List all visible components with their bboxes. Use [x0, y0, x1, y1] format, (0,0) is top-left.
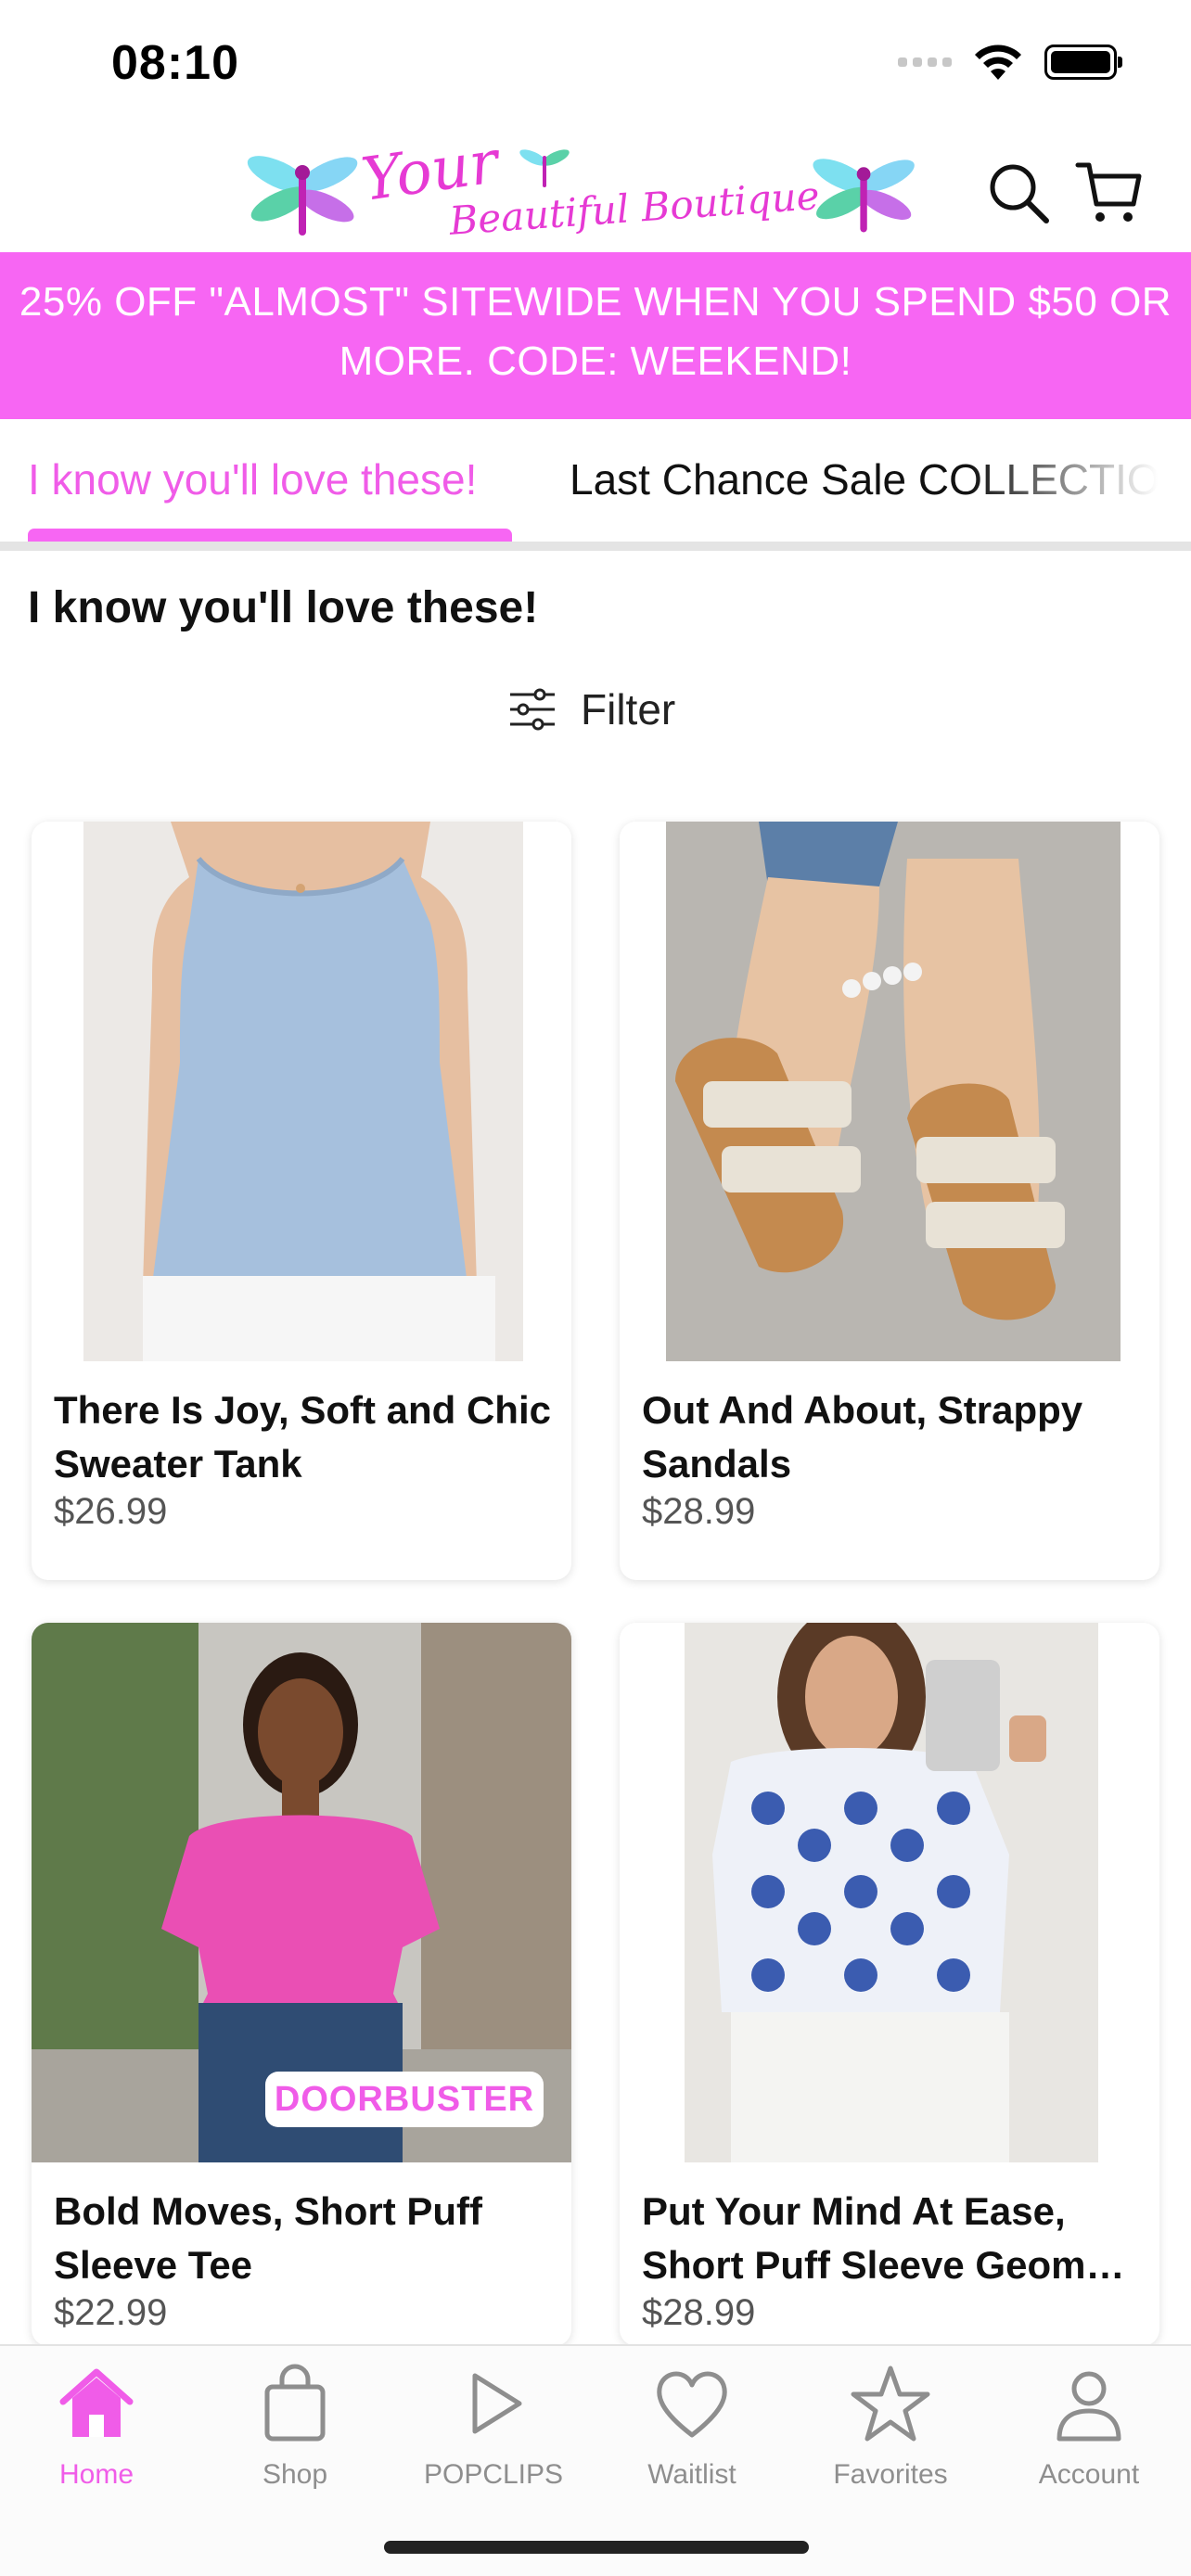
nav-label: Home — [58, 2459, 134, 2490]
product-title[interactable]: Bold Moves, Short Puff Sleeve Tee — [54, 2185, 555, 2292]
collection-tabs: I know you'll love these! Last Chance Sa… — [0, 419, 1191, 551]
dragonfly-small-icon — [519, 149, 570, 187]
status-time: 08:10 — [111, 36, 239, 90]
product-card[interactable]: There Is Joy, Soft and Chic Sweater Tank… — [32, 822, 571, 1580]
shopping-bag-icon — [264, 2364, 326, 2442]
dragonfly-left-icon — [247, 156, 358, 236]
search-icon[interactable] — [983, 158, 1054, 228]
nav-label: POPCLIPS — [423, 2459, 564, 2490]
nav-item-home[interactable]: Home — [4, 2363, 189, 2491]
dragonfly-right-icon — [813, 159, 915, 233]
heart-icon — [657, 2371, 727, 2438]
home-icon — [59, 2368, 134, 2437]
filter-label: Filter — [581, 685, 676, 733]
cellular-signal-icon — [898, 57, 952, 67]
product-price: $28.99 — [642, 1491, 756, 1532]
product-image-sweater-tank[interactable] — [32, 822, 571, 1361]
product-card[interactable]: Out And About, Strappy Sandals $28.99 — [620, 822, 1159, 1580]
nav-item-shop[interactable]: Shop — [202, 2363, 388, 2491]
product-price: $26.99 — [54, 1491, 168, 1532]
nav-label: Shop — [262, 2459, 328, 2490]
play-icon — [472, 2373, 522, 2434]
nav-item-account[interactable]: Account — [996, 2363, 1182, 2491]
nav-item-popclips[interactable]: POPCLIPS — [401, 2363, 586, 2491]
logo-text-boutique: Beautiful Boutique — [447, 172, 822, 244]
cart-icon[interactable] — [1074, 158, 1145, 228]
person-icon — [1057, 2371, 1121, 2442]
nav-item-waitlist[interactable]: Waitlist — [599, 2363, 785, 2491]
nav-item-favorites[interactable]: Favorites — [798, 2363, 983, 2491]
nav-label: Account — [1038, 2459, 1140, 2490]
wifi-icon — [975, 45, 1021, 80]
star-icon — [851, 2366, 930, 2442]
home-indicator[interactable] — [384, 2541, 809, 2554]
doorbuster-badge: DOORBUSTER — [265, 2072, 544, 2127]
boutique-logo[interactable]: Your Beautiful Boutique — [243, 128, 920, 249]
product-card[interactable]: DOORBUSTER Bold Moves, Short Puff Sleeve… — [32, 1623, 571, 2346]
product-image-sandals[interactable] — [620, 822, 1159, 1361]
product-image-geometric-top[interactable] — [620, 1623, 1159, 2162]
sliders-icon — [510, 688, 555, 731]
tab-fade-overlay — [968, 419, 1191, 542]
status-icons — [898, 43, 1122, 82]
filter-button[interactable]: Filter — [506, 684, 675, 734]
product-card[interactable]: Put Your Mind At Ease, Short Puff Sleeve… — [620, 1623, 1159, 2346]
status-bar: 08:10 — [0, 0, 1191, 130]
promo-banner[interactable]: 25% OFF "ALMOST" SITEWIDE WHEN YOU SPEND… — [0, 252, 1191, 419]
product-title[interactable]: Put Your Mind At Ease, Short Puff Sleeve… — [642, 2185, 1143, 2292]
nav-label: Favorites — [833, 2459, 948, 2490]
collection-heading: I know you'll love these! — [28, 583, 539, 632]
product-price: $28.99 — [642, 2292, 756, 2333]
app-header: Your Beautiful Boutique — [0, 128, 1191, 252]
active-tab-indicator — [28, 529, 512, 542]
product-title[interactable]: Out And About, Strappy Sandals — [642, 1384, 1143, 1491]
product-price: $22.99 — [54, 2292, 168, 2333]
nav-label: Waitlist — [647, 2459, 736, 2490]
battery-icon — [1044, 45, 1122, 80]
tab-love-these[interactable]: I know you'll love these! — [28, 454, 477, 504]
product-title[interactable]: There Is Joy, Soft and Chic Sweater Tank — [54, 1384, 555, 1491]
